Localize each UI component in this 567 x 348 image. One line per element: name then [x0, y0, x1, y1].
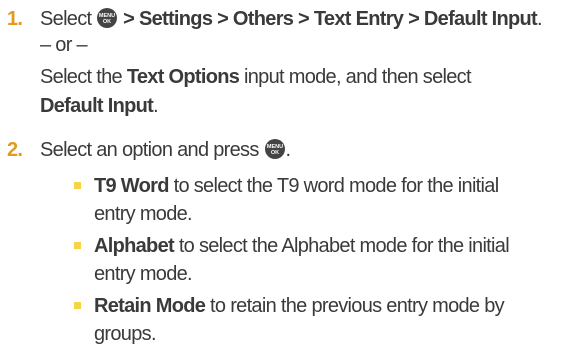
option-description: to retain the previous entry mode by	[205, 295, 505, 317]
bullet-icon	[74, 242, 81, 249]
menu-path: > Settings > Others > Text Entry > Defau…	[123, 8, 538, 30]
step-number: 1.	[7, 8, 23, 30]
icon-bottom-text: OK	[270, 150, 278, 156]
option-retain-mode-line-1: Retain Mode to retain the previous entry…	[94, 292, 505, 320]
step-2-period: .	[285, 139, 292, 161]
alt-instruction-line-2: Default Input.	[40, 92, 159, 120]
option-description: to select the T9 word mode for the initi…	[168, 175, 500, 197]
option-t9-word-line-1: T9 Word to select the T9 word mode for t…	[94, 172, 500, 200]
step-2-text: Select an option and press	[40, 139, 259, 161]
step-1-prefix: Select	[40, 8, 92, 30]
alt-post: input mode, and then select	[239, 66, 472, 88]
alt-period: .	[153, 95, 159, 117]
menu-ok-key-icon: MENU OK	[97, 8, 118, 28]
default-input-label: Default Input	[40, 95, 154, 117]
text-options-label: Text Options	[126, 66, 240, 88]
option-label: Alphabet	[94, 235, 175, 257]
step-number: 2.	[7, 139, 23, 161]
step-2-instruction: Select an option and press MENU OK .	[40, 136, 292, 164]
option-alphabet-line-2: entry mode.	[94, 263, 193, 285]
option-t9-word-line-2: entry mode.	[94, 203, 193, 225]
step-1-instruction: Select MENU OK > Settings > Others > Tex…	[40, 5, 543, 33]
option-label: Retain Mode	[94, 295, 206, 317]
bullet-icon	[74, 182, 81, 189]
option-description: to select the Alphabet mode for the init…	[173, 235, 510, 257]
option-label: T9 Word	[94, 175, 169, 197]
period: .	[537, 8, 543, 30]
alt-pre: Select the	[40, 66, 127, 88]
bullet-icon	[74, 302, 81, 309]
menu-ok-key-icon: MENU OK	[264, 139, 285, 159]
alt-instruction-line-1: Select the Text Options input mode, and …	[40, 63, 472, 91]
icon-bottom-text: OK	[103, 19, 111, 25]
option-alphabet-line-1: Alphabet to select the Alphabet mode for…	[94, 232, 510, 260]
or-separator: – or –	[40, 34, 88, 56]
option-retain-mode-line-2: groups.	[94, 323, 157, 345]
